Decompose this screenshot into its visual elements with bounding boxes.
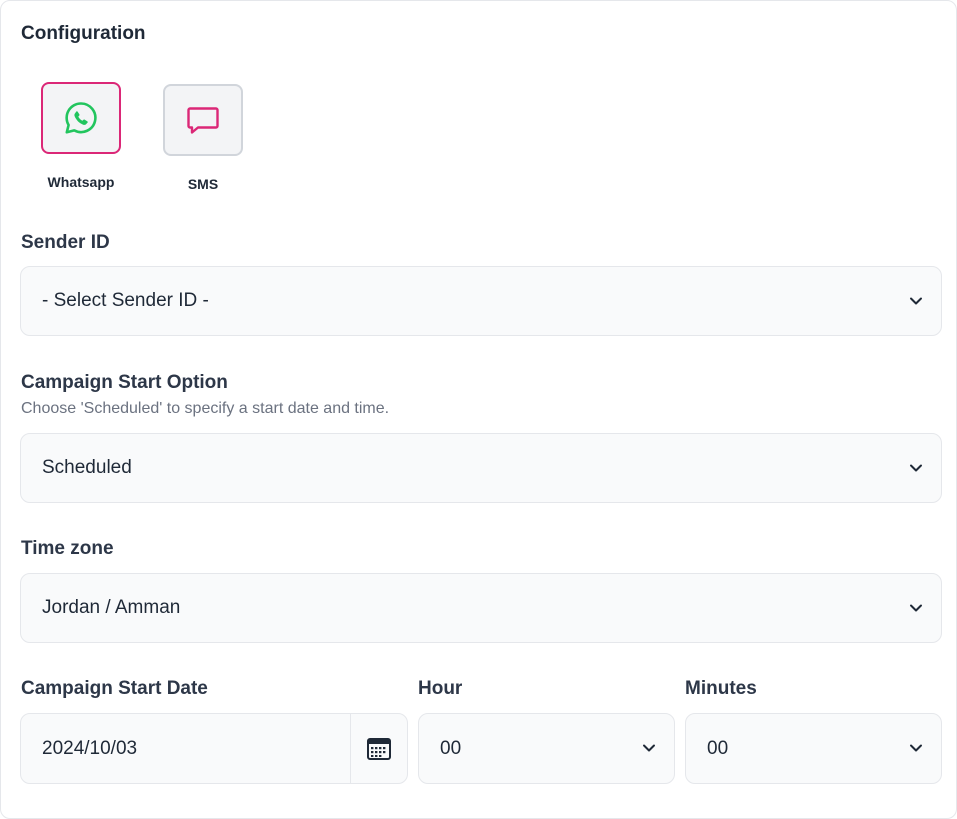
timezone-select[interactable]: Jordan / Amman bbox=[20, 573, 942, 643]
minutes-label: Minutes bbox=[685, 678, 757, 699]
sender-id-select[interactable]: - Select Sender ID - bbox=[20, 266, 942, 336]
start-option-select[interactable]: Scheduled bbox=[20, 433, 942, 503]
start-date-label: Campaign Start Date bbox=[21, 678, 208, 699]
hour-select[interactable]: 00 bbox=[418, 713, 675, 784]
minutes-select[interactable]: 00 bbox=[685, 713, 942, 784]
section-title: Configuration bbox=[21, 23, 146, 44]
start-option-help: Choose 'Scheduled' to specify a start da… bbox=[21, 400, 390, 417]
chevron-down-icon bbox=[910, 297, 922, 305]
chevron-down-icon bbox=[910, 464, 922, 472]
channel-sms[interactable]: SMS bbox=[158, 84, 248, 192]
channel-whatsapp[interactable]: Whatsapp bbox=[36, 82, 126, 190]
chat-bubble-icon bbox=[187, 107, 219, 134]
whatsapp-icon bbox=[65, 102, 97, 134]
sender-id-label: Sender ID bbox=[21, 232, 110, 253]
start-option-value: Scheduled bbox=[42, 457, 132, 478]
minutes-value: 00 bbox=[707, 737, 729, 759]
hour-label: Hour bbox=[418, 678, 463, 699]
hour-value: 00 bbox=[440, 737, 462, 759]
chevron-down-icon bbox=[910, 744, 922, 752]
timezone-value: Jordan / Amman bbox=[42, 597, 181, 618]
start-date-input[interactable]: 2024/10/03 bbox=[20, 713, 408, 784]
channel-sms-tile[interactable] bbox=[163, 84, 243, 156]
calendar-icon bbox=[367, 737, 391, 760]
start-option-label: Campaign Start Option bbox=[21, 372, 228, 393]
channel-sms-label: SMS bbox=[187, 176, 219, 192]
configuration-card: Configuration Whatsapp SMS Sender ID - S… bbox=[0, 0, 957, 819]
calendar-button[interactable] bbox=[350, 714, 407, 783]
channel-whatsapp-label: Whatsapp bbox=[47, 174, 115, 190]
start-date-value: 2024/10/03 bbox=[42, 738, 138, 759]
timezone-label: Time zone bbox=[21, 538, 114, 559]
chevron-down-icon bbox=[643, 744, 655, 752]
channel-whatsapp-tile[interactable] bbox=[41, 82, 121, 154]
chevron-down-icon bbox=[910, 604, 922, 612]
sender-id-value: - Select Sender ID - bbox=[42, 290, 209, 311]
